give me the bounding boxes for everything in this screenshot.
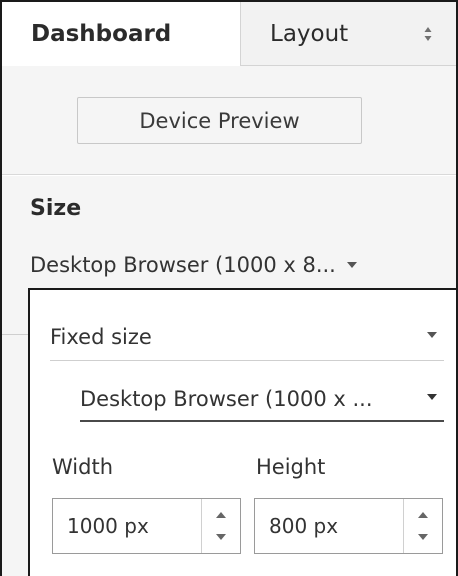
sort-icon: [424, 27, 432, 41]
tab-dashboard-label: Dashboard: [31, 21, 172, 47]
device-preview-section: Device Preview: [2, 66, 456, 175]
width-label: Width: [52, 455, 114, 479]
height-stepper: [254, 498, 443, 554]
height-spin-buttons: [403, 499, 441, 553]
width-increment-button[interactable]: [211, 508, 231, 522]
size-mode-value: Fixed size: [50, 324, 152, 349]
size-mode-select[interactable]: Fixed size: [50, 313, 444, 361]
device-preset-value: Desktop Browser (1000 x ...: [80, 387, 373, 411]
chevron-down-icon: [215, 534, 226, 540]
device-preview-button[interactable]: Device Preview: [77, 97, 362, 144]
chevron-up-icon: [417, 512, 428, 518]
device-preset-select[interactable]: Desktop Browser (1000 x ...: [80, 378, 444, 422]
caret-down-icon: [346, 262, 357, 268]
width-stepper: [52, 498, 241, 554]
width-decrement-button[interactable]: [211, 530, 231, 544]
size-dropdown-value: Desktop Browser (1000 x 8...: [30, 253, 336, 277]
caret-down-icon: [427, 394, 437, 400]
tab-dashboard[interactable]: Dashboard: [2, 2, 240, 66]
width-spin-buttons: [201, 499, 239, 553]
caret-down-icon: [427, 332, 437, 338]
chevron-up-icon: [215, 512, 226, 518]
tab-layout[interactable]: Layout: [240, 2, 456, 66]
width-input[interactable]: [53, 499, 201, 553]
height-increment-button[interactable]: [413, 508, 433, 522]
tab-bar: Dashboard Layout: [2, 2, 456, 66]
device-preview-label: Device Preview: [139, 108, 300, 133]
height-input[interactable]: [255, 499, 403, 553]
tab-layout-label: Layout: [270, 20, 349, 47]
height-decrement-button[interactable]: [413, 530, 433, 544]
size-dropdown[interactable]: Desktop Browser (1000 x 8...: [30, 248, 420, 282]
chevron-down-icon: [417, 534, 428, 540]
height-label: Height: [256, 455, 326, 479]
section-divider: [2, 334, 29, 335]
size-title: Size: [30, 196, 82, 221]
